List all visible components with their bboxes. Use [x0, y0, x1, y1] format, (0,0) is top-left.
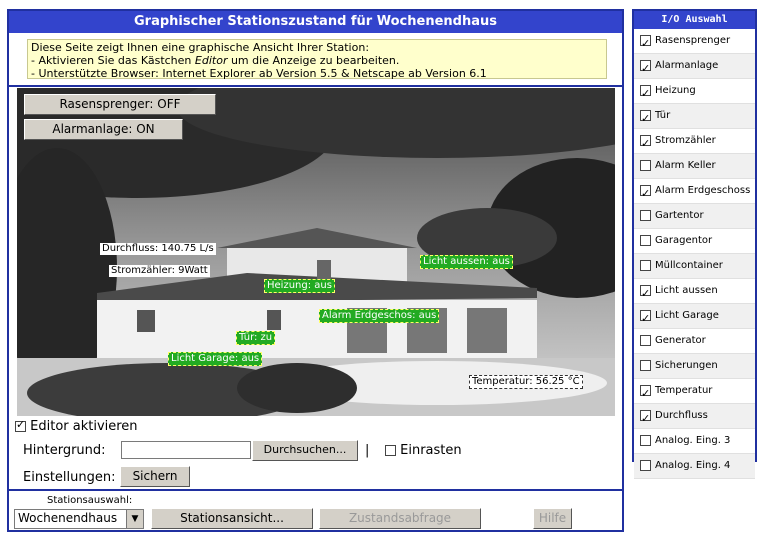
io-item-checkbox[interactable] [640, 459, 651, 471]
snap-label: Einrasten [400, 443, 462, 458]
io-item-checkbox[interactable] [640, 82, 651, 103]
rasensprenger-toggle-button[interactable]: Rasensprenger: OFF [24, 94, 216, 115]
browse-button[interactable]: Durchsuchen... [252, 440, 358, 461]
io-item-checkbox[interactable] [640, 32, 651, 53]
io-item-checkbox[interactable] [640, 107, 651, 128]
io-item-checkbox[interactable] [640, 282, 651, 303]
stromzaehler-label: Stromzähler: 9Watt [109, 265, 210, 277]
io-item-label: Alarm Keller [655, 160, 716, 171]
separator: | [365, 443, 370, 458]
station-select[interactable]: Wochenendhaus ▼ [14, 509, 144, 529]
io-item-label: Rasensprenger [655, 35, 731, 46]
heizung-label: Heizung: aus [264, 279, 335, 293]
save-settings-button[interactable]: Sichern [120, 466, 190, 487]
tuer-label: Tür: zu [236, 331, 276, 345]
io-item-label: Durchfluss [655, 410, 708, 421]
io-item[interactable]: Rasensprenger [634, 29, 755, 54]
io-panel-title: I/O Auswahl [634, 11, 755, 29]
io-item[interactable]: Generator [634, 329, 755, 354]
alarm-erdgeschoss-label: Alarm Erdgeschos: aus [319, 309, 440, 323]
station-select-value: Wochenendhaus [18, 511, 118, 525]
snap-row: Einrasten [385, 443, 462, 458]
io-item-checkbox[interactable] [640, 234, 651, 246]
info-line-1: Diese Seite zeigt Ihnen eine graphische … [31, 41, 370, 54]
page-title: Graphischer Stationszustand für Wochenen… [9, 11, 622, 33]
io-item-label: Müllcontainer [655, 260, 723, 271]
io-item-checkbox[interactable] [640, 407, 651, 428]
io-item-label: Garagentor [655, 235, 713, 246]
station-image: Rasensprenger: OFF Alarmanlage: ON Durch… [17, 88, 615, 416]
info-line-2-post: um die Anzeige zu bearbeiten. [227, 54, 400, 67]
io-item[interactable]: Gartentor [634, 204, 755, 229]
io-item-checkbox[interactable] [640, 382, 651, 403]
io-item[interactable]: Analog. Eing. 3 [634, 429, 755, 454]
divider [9, 85, 622, 87]
io-item-checkbox[interactable] [640, 359, 651, 371]
io-item[interactable]: Sicherungen [634, 354, 755, 379]
temperatur-label: Temperatur: 56.25 °C [469, 375, 583, 389]
io-item-checkbox[interactable] [640, 132, 651, 153]
io-item-checkbox[interactable] [640, 434, 651, 446]
divider [9, 489, 622, 491]
io-item-checkbox[interactable] [640, 259, 651, 271]
status-query-button[interactable]: Zustandsabfrage [319, 508, 481, 529]
io-item[interactable]: Stromzähler [634, 129, 755, 154]
station-status-panel: Graphischer Stationszustand für Wochenen… [7, 9, 624, 532]
io-item-label: Heizung [655, 85, 696, 96]
io-item-checkbox[interactable] [640, 182, 651, 203]
io-item-label: Alarmanlage [655, 60, 719, 71]
editor-activate-row: Editor aktivieren [15, 418, 138, 434]
chevron-down-icon[interactable]: ▼ [126, 510, 143, 528]
station-view-button[interactable]: Stationsansicht... [151, 508, 313, 529]
io-item[interactable]: Müllcontainer [634, 254, 755, 279]
io-item[interactable]: Durchfluss [634, 404, 755, 429]
info-box: Diese Seite zeigt Ihnen eine graphische … [27, 39, 607, 80]
io-selection-panel: I/O Auswahl Rasensprenger Alarmanlage Heiz… [632, 9, 757, 479]
info-line-3: - Unterstützte Browser: Internet Explore… [31, 67, 487, 80]
editor-activate-label: Editor aktivieren [30, 419, 138, 434]
io-item[interactable]: Heizung [634, 79, 755, 104]
io-item-checkbox[interactable] [640, 307, 651, 328]
io-item-label: Licht aussen [655, 285, 718, 296]
durchfluss-label: Durchfluss: 140.75 L/s [100, 243, 216, 255]
info-line-2: - Aktivieren Sie das Kästchen Editor um … [31, 54, 603, 67]
io-item-label: Licht Garage [655, 310, 719, 321]
io-item[interactable]: Alarm Keller [634, 154, 755, 179]
io-item-label: Temperatur [655, 385, 713, 396]
io-item-checkbox[interactable] [640, 334, 651, 346]
io-item[interactable]: Licht aussen [634, 279, 755, 304]
snap-checkbox[interactable] [385, 445, 396, 456]
help-button[interactable]: Hilfe [533, 508, 572, 529]
io-item[interactable]: Alarm Erdgeschoss [634, 179, 755, 204]
licht-aussen-label: Licht aussen: aus [420, 255, 513, 269]
background-file-input[interactable] [121, 441, 251, 459]
info-line-2-pre: - Aktivieren Sie das Kästchen [31, 54, 195, 67]
alarmanlage-toggle-button[interactable]: Alarmanlage: ON [24, 119, 183, 140]
io-item[interactable]: Licht Garage [634, 304, 755, 329]
io-item-label: Tür [655, 110, 671, 121]
io-list: Rasensprenger Alarmanlage Heizung Tür Stromz… [634, 29, 755, 479]
io-item[interactable]: Analog. Eing. 4 [634, 454, 755, 479]
io-item-checkbox[interactable] [640, 159, 651, 171]
licht-garage-label: Licht Garage: aus [168, 352, 263, 366]
io-item[interactable]: Garagentor [634, 229, 755, 254]
io-item-label: Analog. Eing. 3 [655, 435, 731, 446]
io-item-label: Alarm Erdgeschoss [655, 185, 751, 196]
settings-label: Einstellungen: [23, 470, 116, 485]
io-item-checkbox[interactable] [640, 57, 651, 78]
io-item-label: Sicherungen [655, 360, 718, 371]
io-item[interactable]: Tür [634, 104, 755, 129]
io-item-label: Generator [655, 335, 706, 346]
station-select-label: Stationsauswahl: [47, 495, 133, 506]
io-item[interactable]: Alarmanlage [634, 54, 755, 79]
io-item-label: Analog. Eing. 4 [655, 460, 731, 471]
editor-activate-checkbox[interactable] [15, 418, 26, 432]
io-item-label: Gartentor [655, 210, 704, 221]
io-item-checkbox[interactable] [640, 209, 651, 221]
io-item-label: Stromzähler [655, 135, 716, 146]
background-label: Hintergrund: [23, 443, 106, 458]
info-line-2-em: Editor [194, 54, 228, 67]
io-item[interactable]: Temperatur [634, 379, 755, 404]
